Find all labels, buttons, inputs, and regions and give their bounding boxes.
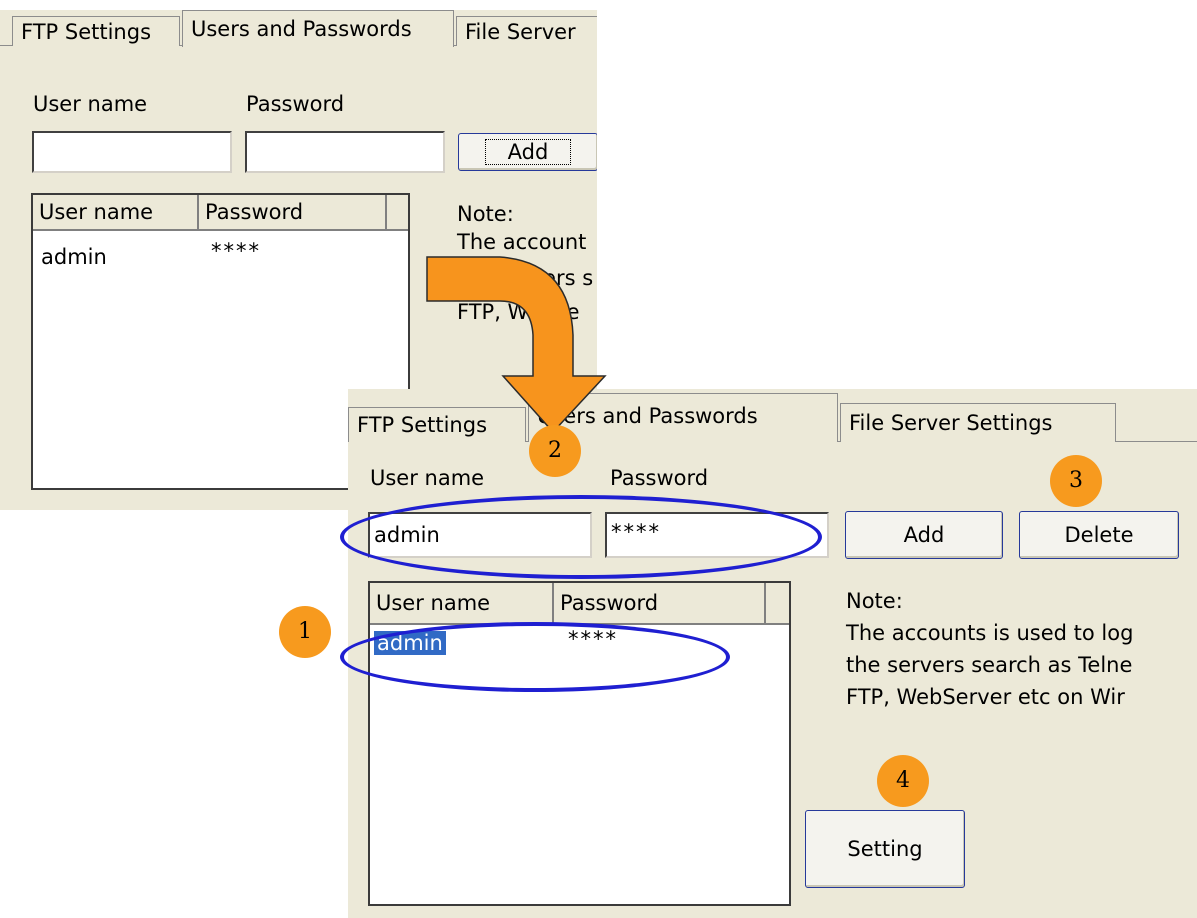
step-1-badge: 1 [279, 606, 331, 658]
annotation-overlay [426, 256, 607, 434]
step-3-badge: 3 [1050, 455, 1102, 507]
step-2-badge: 2 [529, 425, 581, 477]
highlight-input-fields [340, 495, 822, 579]
curved-arrow [426, 256, 607, 434]
step-4-badge: 4 [877, 755, 929, 807]
highlight-list-row [340, 622, 730, 692]
